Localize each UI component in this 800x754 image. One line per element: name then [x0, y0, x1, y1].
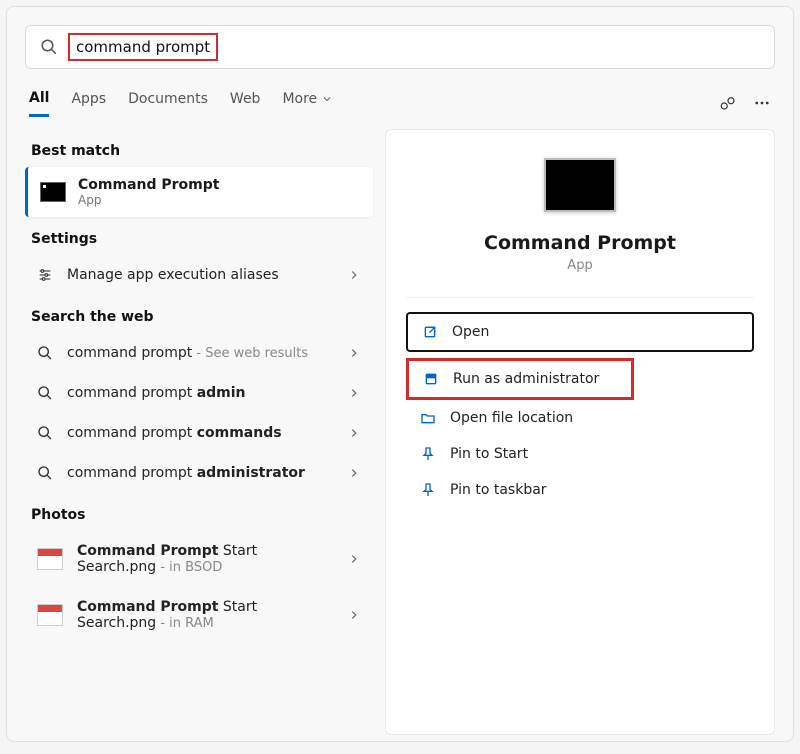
- section-search-web: Search the web: [25, 295, 373, 333]
- results-content: Best match Command Prompt App Settings M…: [25, 129, 775, 735]
- detail-pane: Command Prompt App Open Run as administr…: [385, 129, 775, 735]
- photo-result-text: Command Prompt Start Search.png - in BSO…: [77, 543, 333, 575]
- chevron-right-icon: [347, 386, 361, 400]
- action-run-as-administrator[interactable]: Run as administrator: [409, 361, 613, 397]
- action-pin-to-taskbar[interactable]: Pin to taskbar: [406, 472, 754, 508]
- best-match-result[interactable]: Command Prompt App: [25, 167, 373, 217]
- best-match-subtitle: App: [78, 193, 219, 207]
- search-scope-tabs: All Apps Documents Web More: [25, 85, 775, 121]
- chevron-right-icon: [347, 608, 361, 622]
- web-result-3[interactable]: command prompt administrator: [25, 453, 373, 493]
- photo-thumb-icon: [37, 548, 63, 570]
- search-query-text[interactable]: command prompt: [68, 33, 218, 61]
- search-icon: [40, 38, 58, 56]
- chevron-right-icon: [347, 552, 361, 566]
- search-icon: [37, 465, 53, 481]
- chevron-right-icon: [347, 466, 361, 480]
- search-icon: [37, 425, 53, 441]
- action-list: Open Run as administrator Open file loca…: [406, 312, 754, 508]
- web-result-text: command prompt admin: [67, 385, 333, 401]
- command-prompt-icon: [40, 182, 66, 202]
- action-pin-taskbar-label: Pin to taskbar: [450, 482, 547, 498]
- chevron-right-icon: [347, 426, 361, 440]
- command-prompt-icon: [544, 158, 616, 212]
- action-run-admin-label: Run as administrator: [453, 371, 599, 387]
- section-best-match: Best match: [25, 129, 373, 167]
- action-open-label: Open: [452, 324, 489, 340]
- settings-item-label: Manage app execution aliases: [67, 267, 333, 283]
- tab-more-label: More: [282, 91, 317, 107]
- web-result-1[interactable]: command prompt admin: [25, 373, 373, 413]
- folder-icon: [420, 410, 436, 426]
- section-photos: Photos: [25, 493, 373, 531]
- tab-documents[interactable]: Documents: [128, 91, 208, 115]
- pin-icon: [420, 482, 436, 498]
- divider: [406, 297, 754, 298]
- pin-icon: [420, 446, 436, 462]
- tab-apps[interactable]: Apps: [71, 91, 106, 115]
- web-result-0[interactable]: command prompt - See web results: [25, 333, 373, 373]
- best-match-title: Command Prompt: [78, 177, 219, 193]
- start-search-window: command prompt All Apps Documents Web Mo…: [6, 6, 794, 742]
- photo-result-text: Command Prompt Start Search.png - in RAM: [77, 599, 333, 631]
- action-pin-start-label: Pin to Start: [450, 446, 528, 462]
- tab-more[interactable]: More: [282, 91, 333, 115]
- action-open-location-label: Open file location: [450, 410, 573, 426]
- web-result-2[interactable]: command prompt commands: [25, 413, 373, 453]
- open-icon: [422, 324, 438, 340]
- search-options-icon[interactable]: [719, 94, 737, 112]
- photo-result-0[interactable]: Command Prompt Start Search.png - in BSO…: [25, 531, 373, 587]
- web-result-text: command prompt - See web results: [67, 345, 333, 361]
- action-pin-to-start[interactable]: Pin to Start: [406, 436, 754, 472]
- detail-subtitle: App: [567, 258, 592, 273]
- detail-title: Command Prompt: [484, 232, 676, 254]
- search-bar[interactable]: command prompt: [25, 25, 775, 69]
- search-icon: [37, 345, 53, 361]
- action-open-file-location[interactable]: Open file location: [406, 400, 754, 436]
- shield-icon: [423, 371, 439, 387]
- settings-list-icon: [37, 267, 53, 283]
- chevron-right-icon: [347, 346, 361, 360]
- tab-web[interactable]: Web: [230, 91, 261, 115]
- tab-all[interactable]: All: [29, 90, 49, 117]
- results-left-pane: Best match Command Prompt App Settings M…: [25, 129, 385, 735]
- web-result-text: command prompt administrator: [67, 465, 333, 481]
- more-icon[interactable]: [753, 94, 771, 112]
- web-result-text: command prompt commands: [67, 425, 333, 441]
- search-icon: [37, 385, 53, 401]
- chevron-right-icon: [347, 268, 361, 282]
- action-open[interactable]: Open: [406, 312, 754, 352]
- section-settings: Settings: [25, 217, 373, 255]
- chevron-down-icon: [321, 93, 333, 105]
- settings-item-aliases[interactable]: Manage app execution aliases: [25, 255, 373, 295]
- photo-result-1[interactable]: Command Prompt Start Search.png - in RAM: [25, 587, 373, 643]
- photo-thumb-icon: [37, 604, 63, 626]
